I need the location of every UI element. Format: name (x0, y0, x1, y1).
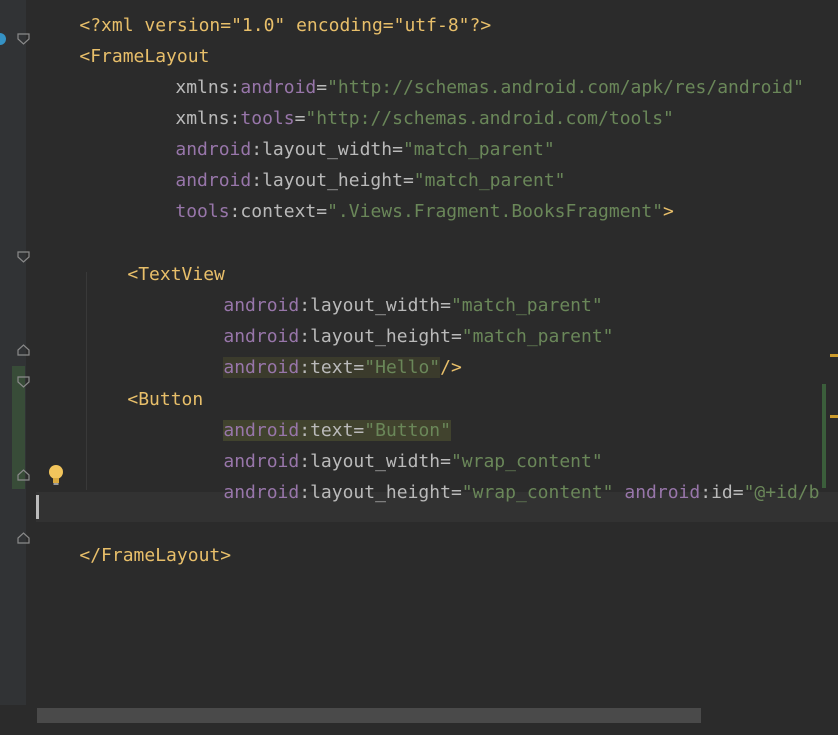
gutter-breakpoint-marker[interactable] (0, 25, 6, 53)
code-editor[interactable]: <?xml version="1.0" encoding="utf-8"?> <… (36, 0, 838, 705)
equals: = (732, 482, 744, 503)
attr-value: "wrap_content" (461, 482, 614, 503)
attr-name: context (240, 201, 317, 222)
scrollbar-thumb[interactable] (37, 708, 701, 723)
code-line-textview-open: <TextView (36, 249, 225, 284)
code-line-fl-context: tools:context=".Views.Fragment.BooksFrag… (36, 186, 674, 221)
attr-ns: android (223, 357, 300, 378)
equals: = (450, 482, 462, 503)
equals: = (353, 357, 365, 378)
attr-value: "match_parent" (461, 326, 614, 347)
code-line-xmlns-android: xmlns:android="http://schemas.android.co… (36, 62, 804, 97)
colon: : (229, 201, 241, 222)
code-line-tv-text: android:text="Hello"/> (36, 342, 462, 378)
code-line-tv-height: android:layout_height="match_parent" (36, 311, 613, 346)
attr-ns: android (223, 482, 300, 503)
fold-end-marker-icon[interactable] (17, 532, 30, 544)
code-line-framelayout-open: <FrameLayout (36, 31, 209, 66)
attr-name: id (711, 482, 733, 503)
code-line-xmlns-tools: xmlns:tools="http://schemas.android.com/… (36, 93, 674, 128)
attr-value: "Hello" (364, 357, 441, 378)
code-line-btn-width: android:layout_width="wrap_content" (36, 436, 602, 471)
attr-ns: android (624, 482, 701, 503)
code-line-tv-width: android:layout_width="match_parent" (36, 280, 602, 315)
code-line-button-open: <Button (36, 374, 203, 409)
colon: : (299, 357, 311, 378)
attr-value: ".Views.Fragment.BooksFragment" (327, 201, 664, 222)
code-line-btn-height-id: android:layout_height="wrap_content" and… (36, 467, 819, 502)
attr-value: "@+id/b (743, 482, 820, 503)
equals: = (316, 201, 328, 222)
tag-self-close: /> (440, 357, 462, 378)
fold-marker-icon[interactable] (17, 251, 30, 263)
code-line-btn-text: android:text="Button" (36, 405, 451, 441)
code-line-fl-height: android:layout_height="match_parent" (36, 155, 565, 190)
attr-name: text (310, 357, 354, 378)
tag-framelayout-close: </FrameLayout> (79, 545, 232, 566)
code-line-fl-width: android:layout_width="match_parent" (36, 124, 554, 159)
attr-name: layout_height (310, 482, 451, 503)
fold-end-marker-icon[interactable] (17, 344, 30, 356)
colon: : (299, 482, 311, 503)
code-line-framelayout-close: </FrameLayout> (36, 530, 231, 565)
tag-close-bracket: > (663, 201, 674, 222)
attr-ns: tools (175, 201, 230, 222)
horizontal-scrollbar[interactable] (0, 705, 838, 735)
colon: : (700, 482, 712, 503)
fold-end-marker-icon[interactable] (17, 469, 30, 481)
code-line-xml-declaration: <?xml version="1.0" encoding="utf-8"?> (36, 0, 491, 35)
fold-marker-icon[interactable] (17, 33, 30, 45)
fold-marker-icon[interactable] (17, 376, 30, 388)
